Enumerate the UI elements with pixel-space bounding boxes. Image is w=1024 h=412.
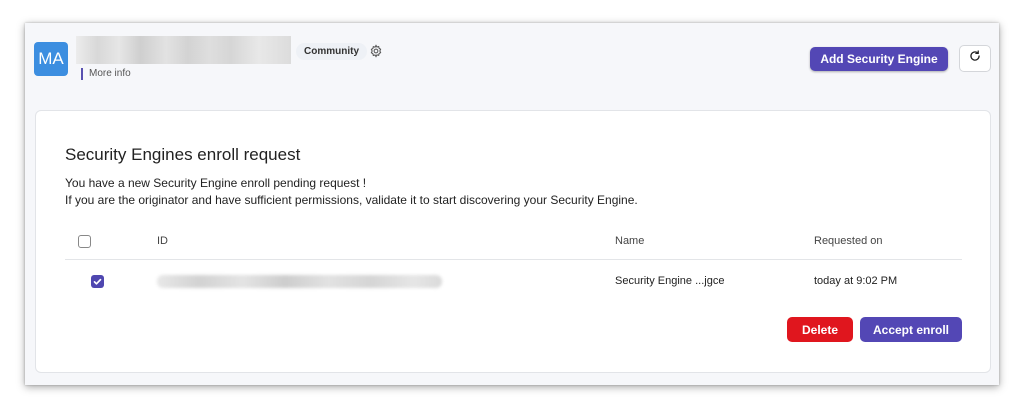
card-title: Security Engines enroll request bbox=[65, 145, 301, 164]
description-line-1: You have a new Security Engine enroll pe… bbox=[65, 176, 367, 190]
enroll-request-card: Security Engines enroll request You have… bbox=[35, 110, 991, 373]
column-header-id[interactable]: ID bbox=[157, 235, 168, 247]
row-checkbox[interactable] bbox=[91, 275, 104, 288]
plan-badge: Community bbox=[296, 43, 367, 60]
more-info-link[interactable]: More info bbox=[81, 68, 131, 80]
column-header-requested-on[interactable]: Requested on bbox=[814, 235, 883, 247]
gear-icon[interactable] bbox=[367, 42, 385, 60]
table-divider bbox=[65, 259, 962, 260]
row-requested-on: today at 9:02 PM bbox=[814, 275, 898, 287]
refresh-icon bbox=[968, 49, 982, 68]
select-all-checkbox[interactable] bbox=[78, 235, 91, 248]
refresh-button[interactable] bbox=[959, 45, 991, 72]
app-window: MA Community More info Add Security Engi… bbox=[25, 23, 999, 385]
checkmark-icon bbox=[93, 273, 102, 291]
column-header-name[interactable]: Name bbox=[615, 235, 644, 247]
engine-id-redacted bbox=[157, 275, 442, 288]
row-name: Security Engine ...jgce bbox=[615, 275, 725, 287]
add-security-engine-button[interactable]: Add Security Engine bbox=[810, 47, 948, 71]
description-line-2: If you are the originator and have suffi… bbox=[65, 193, 638, 207]
avatar-initials: MA bbox=[38, 49, 64, 68]
avatar: MA bbox=[34, 42, 68, 76]
delete-button[interactable]: Delete bbox=[787, 317, 853, 342]
accept-enroll-button[interactable]: Accept enroll bbox=[860, 317, 962, 342]
organization-name-redacted bbox=[76, 36, 291, 64]
